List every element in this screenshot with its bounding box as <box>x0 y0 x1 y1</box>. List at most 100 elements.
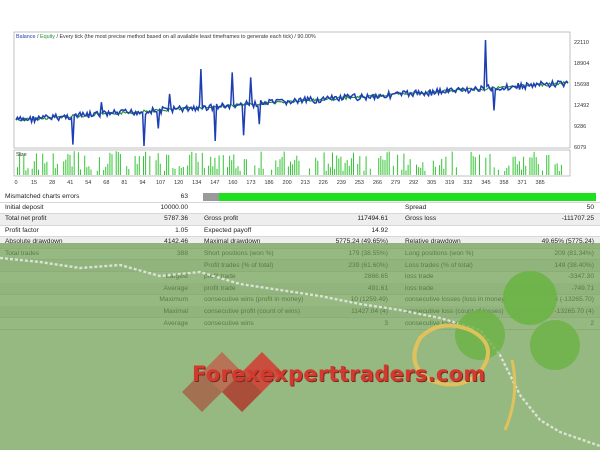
size-bar <box>54 168 56 175</box>
report-value: 49.65% (5775.24) <box>541 238 594 246</box>
size-bar <box>556 163 558 175</box>
size-bar <box>222 155 224 175</box>
size-bar <box>455 167 457 175</box>
report-label: loss trade <box>405 284 434 292</box>
report-label: Total trades <box>5 249 40 257</box>
report-label: Maximal <box>163 307 188 315</box>
report-value: 388 <box>176 249 188 257</box>
report-label: Maximal drawdown <box>204 238 261 246</box>
size-bar <box>315 157 317 175</box>
size-bar <box>336 155 338 175</box>
size-bar <box>262 168 264 175</box>
mismatch-progress-start <box>203 193 219 201</box>
size-bar <box>382 159 384 175</box>
size-bar <box>65 159 67 175</box>
size-bar <box>145 151 147 175</box>
size-bar <box>474 157 476 175</box>
size-bar <box>512 156 514 175</box>
size-bar <box>521 169 522 175</box>
x-tick-label: 120 <box>174 180 184 186</box>
size-bar <box>353 152 354 175</box>
size-bar <box>508 165 510 175</box>
size-bar <box>187 165 189 175</box>
size-bar <box>365 156 367 175</box>
size-bar <box>231 160 233 175</box>
x-tick-label: 226 <box>318 180 328 186</box>
size-bar <box>233 154 235 175</box>
report-label: Gross loss <box>405 215 437 223</box>
size-bar <box>290 161 291 175</box>
size-bar <box>96 170 98 175</box>
size-bar <box>243 159 245 175</box>
size-bar <box>103 170 105 175</box>
legend-description: / Every tick (the most precise method ba… <box>54 34 316 40</box>
report-row: Average profit trade 491.61 loss trade -749.… <box>0 283 600 296</box>
size-bar <box>254 165 256 175</box>
report-value: 5787.36 <box>164 215 188 223</box>
report-label: Long positions (won %) <box>405 249 474 257</box>
x-tick-label: 385 <box>535 180 545 186</box>
size-bar <box>518 161 520 175</box>
x-tick-label: 54 <box>85 180 92 186</box>
report-label: Average <box>163 319 188 327</box>
size-bar <box>239 170 241 175</box>
size-bar <box>405 170 407 175</box>
chart-canvas <box>13 31 571 177</box>
size-bar <box>497 169 499 175</box>
x-tick-label: 0 <box>14 180 18 186</box>
report-value: 14.92 <box>371 226 388 234</box>
strategy-report: Mismatched charts errors 63 Initial depo… <box>0 191 600 450</box>
mismatch-label: Mismatched charts errors <box>5 192 80 200</box>
report-value: -111707.25 <box>561 215 594 223</box>
size-bar <box>548 154 550 175</box>
y-tick-label: 9286 <box>574 124 587 130</box>
size-bar <box>111 154 113 175</box>
size-bar <box>342 170 344 175</box>
size-bar <box>560 164 562 175</box>
size-bar <box>117 152 119 175</box>
report-value: -3347.30 <box>567 273 594 281</box>
report-row: Initial deposit 10000.00 Spread 50 <box>0 202 600 214</box>
size-bar <box>105 166 107 175</box>
size-bar <box>277 167 279 175</box>
x-tick-label: 279 <box>390 180 401 186</box>
report-value: 2 <box>590 319 594 327</box>
size-bar <box>260 151 262 175</box>
x-tick-label: 200 <box>282 180 292 186</box>
x-tick-label: 68 <box>103 180 110 186</box>
report-row: Profit factor 1.05 Expected payoff 14.92 <box>0 225 600 238</box>
size-bar <box>445 156 447 175</box>
size-bar <box>80 169 81 175</box>
size-bar <box>443 168 445 175</box>
y-tick-label: 22110 <box>574 40 589 46</box>
size-bar <box>537 164 539 175</box>
size-bar <box>271 169 273 175</box>
size-bar <box>109 152 111 175</box>
report-value: 10000.00 <box>160 203 188 211</box>
report-value: 11427.04 (4) <box>351 307 388 315</box>
size-bar <box>214 157 216 175</box>
report-label: consecutive wins (profit in money) <box>204 296 304 304</box>
size-bar <box>210 156 212 175</box>
size-bar <box>416 164 417 175</box>
report-label: loss trade <box>405 273 434 281</box>
size-bar <box>363 170 365 175</box>
size-bar <box>504 171 506 175</box>
x-tick-label: 292 <box>409 180 419 186</box>
size-bar <box>229 155 231 175</box>
x-tick-label: 107 <box>155 180 166 186</box>
y-tick-label: 6079 <box>574 145 587 151</box>
size-bar <box>143 156 144 175</box>
size-bar <box>235 168 237 175</box>
size-bar <box>157 153 159 175</box>
report-value: 1.05 <box>175 226 188 234</box>
size-bar <box>338 158 340 175</box>
mismatch-progress-fill <box>203 193 596 201</box>
report-row: Absolute drawdown 4142.46 Maximal drawdown… <box>0 236 600 249</box>
size-bar <box>33 161 35 175</box>
size-bar <box>107 163 109 175</box>
report-label: Total net profit <box>5 215 47 223</box>
report-label: Gross profit <box>204 215 239 223</box>
size-bar <box>86 167 88 175</box>
size-bar <box>218 155 220 175</box>
